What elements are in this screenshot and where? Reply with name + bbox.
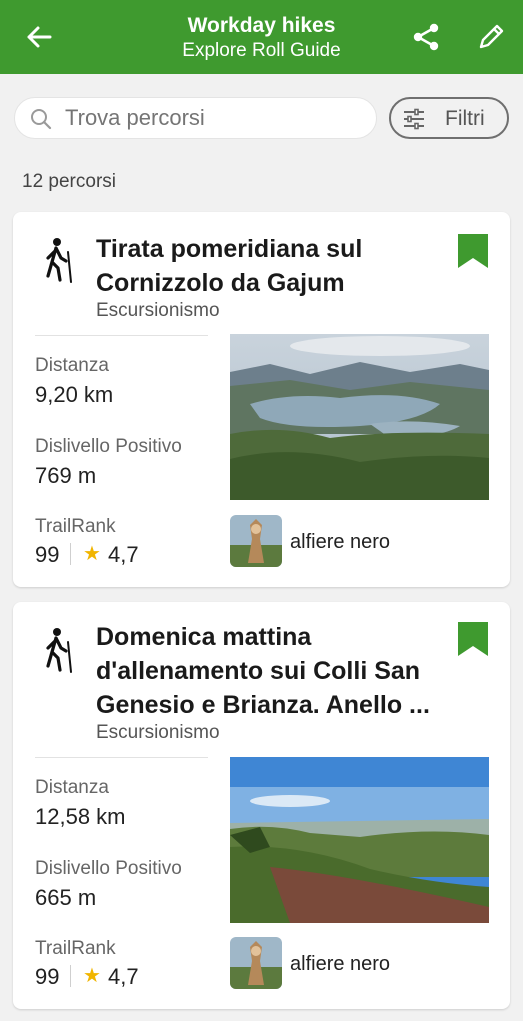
trail-title[interactable]: Tirata pomeridiana sul Cornizzolo da Gaj… xyxy=(96,232,451,300)
trailrank-value: 99 xyxy=(35,964,60,989)
trail-photo[interactable] xyxy=(230,334,489,500)
star-icon: ★ xyxy=(83,965,101,987)
rank-separator xyxy=(70,965,71,987)
distance-label: Distanza xyxy=(35,777,109,798)
rating-value: 4,7 xyxy=(108,542,139,567)
trail-title[interactable]: Domenica mattina d'allenamento sui Colli… xyxy=(96,620,451,722)
trailrank-value: 99 xyxy=(35,542,60,567)
divider xyxy=(35,335,208,336)
trail-card[interactable]: Domenica mattina d'allenamento sui Colli… xyxy=(13,602,510,1009)
share-button[interactable] xyxy=(409,20,443,54)
page-subtitle: Explore Roll Guide xyxy=(182,40,341,61)
search-icon xyxy=(31,109,52,130)
search-box[interactable] xyxy=(14,97,377,139)
page-title: Workday hikes xyxy=(187,14,336,37)
filter-button[interactable]: Filtri xyxy=(389,97,509,139)
distance-value: 9,20 km xyxy=(35,382,114,407)
trail-sport: Escursionismo xyxy=(96,722,220,743)
rank-separator xyxy=(70,543,71,565)
trailrank-label: TrailRank xyxy=(35,938,116,959)
edit-button[interactable] xyxy=(474,20,508,54)
bookmark-icon[interactable] xyxy=(458,234,488,268)
trail-card[interactable]: Tirata pomeridiana sul Cornizzolo da Gaj… xyxy=(13,212,510,587)
filter-label: Filtri xyxy=(445,107,485,130)
app-header: Workday hikes Explore Roll Guide xyxy=(0,0,523,74)
hiker-icon xyxy=(46,628,72,673)
back-button[interactable] xyxy=(22,20,56,54)
author-name[interactable]: alfiere nero xyxy=(290,531,390,554)
hiker-icon xyxy=(46,238,72,283)
elevation-label: Dislivello Positivo xyxy=(35,436,182,457)
trail-photo[interactable] xyxy=(230,757,489,923)
avatar[interactable] xyxy=(230,515,282,567)
elevation-value: 769 m xyxy=(35,463,97,488)
arrow-left-icon xyxy=(27,26,52,48)
rating-value: 4,7 xyxy=(108,964,139,989)
results-count: 12 percorsi xyxy=(22,171,116,192)
avatar[interactable] xyxy=(230,937,282,989)
header-titles: Workday hikes Explore Roll Guide xyxy=(90,13,433,63)
author-name[interactable]: alfiere nero xyxy=(290,953,390,976)
trail-sport: Escursionismo xyxy=(96,300,220,321)
elevation-value: 665 m xyxy=(35,885,97,910)
trailrank-label: TrailRank xyxy=(35,516,116,537)
distance-value: 12,58 km xyxy=(35,804,126,829)
search-input[interactable] xyxy=(65,98,365,138)
star-icon: ★ xyxy=(83,543,101,565)
divider xyxy=(35,757,208,758)
pencil-icon xyxy=(479,24,504,49)
sliders-icon xyxy=(404,108,424,130)
elevation-label: Dislivello Positivo xyxy=(35,858,182,879)
distance-label: Distanza xyxy=(35,355,109,376)
bookmark-icon[interactable] xyxy=(458,622,488,656)
share-icon xyxy=(413,23,439,51)
